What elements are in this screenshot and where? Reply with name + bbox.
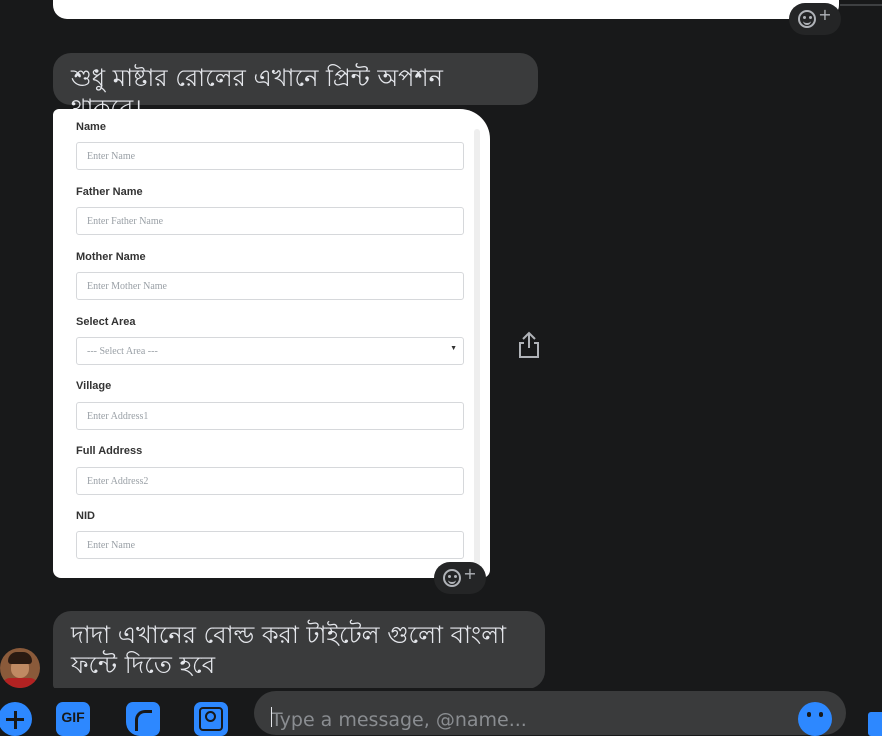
message-bubble[interactable]: শুধু মাষ্টার রোলের এখানে প্রিন্ট অপশন থা… — [53, 53, 538, 122]
field-label-full-address: Full Address — [76, 445, 143, 457]
message-bubble[interactable]: দাদা এখানের বোল্ড করা টাইটেল গুলো বাংলা … — [53, 611, 545, 689]
plus-icon: + — [463, 564, 477, 583]
share-icon[interactable] — [516, 330, 542, 360]
caret-down-icon: ▼ — [450, 344, 457, 352]
name-input: Enter Name — [76, 142, 464, 170]
field-label-name: Name — [76, 121, 106, 133]
field-label-mother-name: Mother Name — [76, 251, 146, 263]
full-address-input: Enter Address2 — [76, 467, 464, 495]
father-name-placeholder: Enter Father Name — [87, 216, 164, 227]
nid-input: Enter Name — [76, 531, 464, 559]
plus-icon: + — [818, 5, 832, 24]
previous-image-attachment[interactable] — [53, 0, 839, 19]
field-label-select-area: Select Area — [76, 316, 136, 328]
nid-placeholder: Enter Name — [87, 540, 136, 551]
form-screenshot-attachment[interactable]: Name Enter Name Father Name Enter Father… — [53, 109, 490, 578]
text-cursor — [271, 707, 272, 727]
gif-button[interactable]: GIF — [56, 702, 90, 736]
avatar-hair — [8, 652, 32, 664]
image-icon[interactable] — [194, 702, 228, 736]
reaction-add-icon — [443, 569, 462, 587]
father-name-input: Enter Father Name — [76, 207, 464, 235]
field-label-father-name: Father Name — [76, 186, 143, 198]
add-reaction-button[interactable]: + — [434, 562, 486, 594]
avatar-shirt — [2, 678, 38, 688]
message-placeholder: Type a message, @name... — [271, 709, 527, 731]
message-input[interactable]: Type a message, @name... — [254, 691, 846, 735]
mother-name-input: Enter Mother Name — [76, 272, 464, 300]
message-text: দাদা এখানের বোল্ড করা টাইটেল গুলো বাংলা … — [71, 621, 507, 679]
sticker-icon[interactable] — [126, 702, 160, 736]
divider — [840, 4, 882, 6]
form-scrollbar — [474, 129, 480, 569]
full-address-placeholder: Enter Address2 — [87, 476, 149, 487]
mother-name-placeholder: Enter Mother Name — [87, 281, 167, 292]
emoji-icon[interactable] — [798, 702, 832, 736]
village-input: Enter Address1 — [76, 402, 464, 430]
add-reaction-button[interactable]: + — [789, 3, 841, 35]
village-placeholder: Enter Address1 — [87, 411, 149, 422]
field-label-nid: NID — [76, 510, 95, 522]
gif-icon: GIF — [61, 709, 85, 725]
avatar[interactable] — [0, 648, 40, 688]
name-placeholder: Enter Name — [87, 151, 136, 162]
select-area-placeholder: --- Select Area --- — [87, 346, 158, 357]
like-icon[interactable] — [868, 712, 882, 736]
plus-icon[interactable] — [0, 702, 32, 736]
select-area-dropdown: --- Select Area --- ▼ — [76, 337, 464, 365]
reaction-add-icon — [798, 10, 817, 28]
field-label-village: Village — [76, 380, 112, 392]
